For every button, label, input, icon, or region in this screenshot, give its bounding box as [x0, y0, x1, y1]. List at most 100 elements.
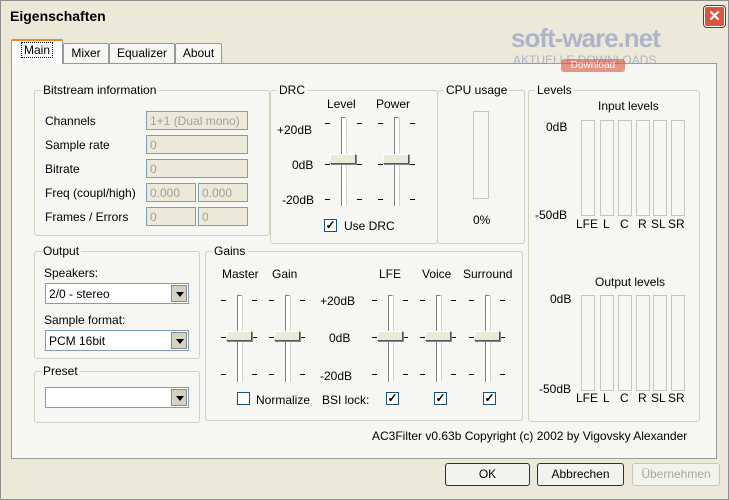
input-bottom-db: -50dB — [535, 208, 568, 222]
bitstream-title: Bitstream information — [41, 83, 159, 97]
sample-format-select[interactable]: PCM 16bit — [45, 330, 189, 351]
preset-title: Preset — [41, 364, 80, 378]
freq-label: Freq (coupl/high) — [45, 186, 136, 200]
chevron-down-icon[interactable] — [171, 285, 187, 302]
drc-power-label: Power — [376, 97, 411, 111]
copyright-text: AC3Filter v0.63b Copyright (c) 2002 by V… — [372, 429, 688, 443]
cancel-button[interactable]: Abbrechen — [537, 463, 624, 486]
input-meter-r — [636, 120, 650, 216]
speakers-label: Speakers: — [44, 266, 99, 280]
sample-rate-field: 0 — [146, 135, 248, 154]
levels-group: Levels Input levels 0dB -50dB LFE L C R … — [528, 83, 700, 422]
output-ch-sr: SR — [668, 391, 685, 405]
cpu-value: 0% — [473, 213, 491, 227]
sample-rate-label: Sample rate — [45, 138, 110, 152]
drc-title: DRC — [277, 83, 307, 97]
gain-thumb[interactable] — [274, 331, 300, 341]
output-meter-sl — [653, 295, 667, 391]
input-meter-l — [600, 120, 614, 216]
sample-format-value: PCM 16bit — [49, 334, 106, 348]
tab-mixer[interactable]: Mixer — [63, 43, 109, 63]
tab-equalizer[interactable]: Equalizer — [109, 43, 175, 63]
output-meter-lfe — [581, 295, 595, 391]
output-meter-l — [600, 295, 614, 391]
freq-high-field: 0.000 — [198, 183, 248, 202]
gains-group: Gains Master Gain LFE Voice Surround +20… — [205, 244, 523, 421]
drc-power-thumb[interactable] — [383, 154, 409, 164]
frames-field: 0 — [146, 207, 196, 226]
drc-scale-top: +20dB — [277, 123, 313, 137]
input-ch-sl: SL — [651, 217, 666, 231]
input-meter-c — [618, 120, 632, 216]
input-levels-title: Input levels — [598, 99, 659, 113]
bitstream-group: Bitstream information Channels 1+1 (Dual… — [34, 83, 270, 236]
drc-scale-bottom: -20dB — [282, 193, 315, 207]
preset-group: Preset — [34, 364, 200, 423]
output-ch-sl: SL — [651, 391, 666, 405]
gains-scale-bottom: -20dB — [320, 369, 353, 383]
input-meter-sr — [671, 120, 685, 216]
sample-format-label: Sample format: — [44, 313, 126, 327]
input-meter-lfe — [581, 120, 595, 216]
lfe-thumb[interactable] — [377, 331, 403, 341]
speakers-value: 2/0 - stereo — [49, 287, 110, 301]
voice-lock-checkbox[interactable]: ✓ — [434, 392, 447, 405]
drc-scale-mid: 0dB — [292, 158, 314, 172]
normalize-label: Normalize — [256, 393, 311, 407]
master-thumb[interactable] — [226, 331, 252, 341]
input-ch-c: C — [620, 217, 629, 231]
speakers-select[interactable]: 2/0 - stereo — [45, 283, 189, 304]
channels-label: Channels — [45, 114, 96, 128]
freq-coupl-field: 0.000 — [146, 183, 196, 202]
errors-field: 0 — [198, 207, 248, 226]
tab-main-label: Main — [20, 42, 53, 58]
levels-title: Levels — [535, 83, 574, 97]
master-label: Master — [222, 267, 259, 281]
drc-level-label: Level — [327, 97, 356, 111]
gains-title: Gains — [212, 244, 248, 258]
output-meter-sr — [671, 295, 685, 391]
output-ch-lfe: LFE — [576, 391, 599, 405]
watermark-badge: Download — [561, 59, 625, 72]
tab-about[interactable]: About — [175, 43, 222, 63]
ok-button[interactable]: OK — [445, 463, 530, 486]
cpu-group: CPU usage 0% — [437, 83, 525, 244]
window-title: Eigenschaften — [10, 8, 106, 24]
gains-scale-mid: 0dB — [329, 331, 351, 345]
input-ch-r: R — [638, 217, 647, 231]
input-ch-l: L — [603, 217, 610, 231]
bitrate-field: 0 — [146, 159, 248, 178]
input-ch-sr: SR — [668, 217, 685, 231]
apply-button[interactable]: Übernehmen — [632, 463, 720, 486]
bsi-lock-checkbox[interactable]: ✓ — [386, 392, 399, 405]
voice-thumb[interactable] — [425, 331, 451, 341]
dialog-window: Eigenschaften ✕ Main Mixer Equalizer Abo… — [0, 0, 729, 500]
output-bottom-db: -50dB — [539, 382, 572, 396]
close-icon[interactable]: ✕ — [704, 6, 725, 27]
surround-lock-checkbox[interactable]: ✓ — [483, 392, 496, 405]
output-ch-l: L — [603, 391, 610, 405]
bitrate-label: Bitrate — [45, 162, 80, 176]
output-ch-r: R — [638, 391, 647, 405]
surround-label: Surround — [463, 267, 513, 281]
output-meter-c — [618, 295, 632, 391]
frames-errors-label: Frames / Errors — [45, 210, 129, 224]
preset-select[interactable] — [45, 387, 189, 408]
main-tab-panel: Bitstream information Channels 1+1 (Dual… — [11, 63, 717, 459]
output-meter-r — [636, 295, 650, 391]
output-top-db: 0dB — [550, 292, 572, 306]
output-title: Output — [41, 244, 82, 258]
tab-main[interactable]: Main — [11, 39, 63, 64]
gains-scale-top: +20dB — [320, 294, 356, 308]
cpu-title: CPU usage — [444, 83, 510, 97]
normalize-checkbox[interactable] — [237, 392, 250, 405]
chevron-down-icon[interactable] — [171, 332, 187, 349]
use-drc-checkbox[interactable]: ✓ — [324, 219, 337, 232]
input-ch-lfe: LFE — [576, 217, 599, 231]
channels-field: 1+1 (Dual mono) — [146, 111, 248, 130]
chevron-down-icon[interactable] — [171, 389, 187, 406]
surround-thumb[interactable] — [474, 331, 500, 341]
lfe-label: LFE — [379, 267, 402, 281]
drc-level-thumb[interactable] — [330, 154, 356, 164]
bsi-lock-label: BSI lock: — [322, 393, 370, 407]
